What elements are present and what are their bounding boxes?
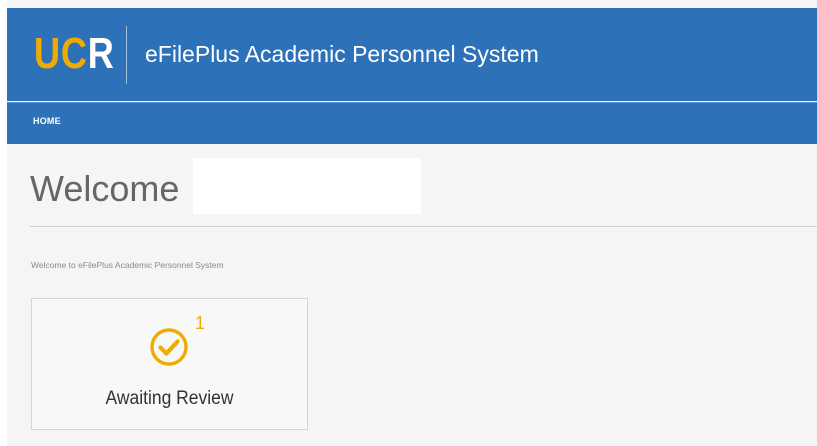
app-header: UCR eFilePlus Academic Personnel System <box>7 8 817 101</box>
title-divider <box>30 226 817 227</box>
check-circle-icon <box>150 328 188 366</box>
logo-text-accent: R <box>87 29 115 78</box>
page-title: Welcome <box>30 168 180 209</box>
redacted-name-block <box>193 158 421 214</box>
intro-text: Welcome to eFilePlus Academic Personnel … <box>31 260 224 270</box>
awaiting-review-label: Awaiting Review <box>105 388 234 409</box>
nav-home-link[interactable]: HOME <box>33 116 61 126</box>
header-divider <box>126 26 127 84</box>
logo-wordmark: UCR <box>34 30 115 78</box>
awaiting-review-count-badge: 1 <box>195 313 206 333</box>
nav-bar: HOME <box>7 102 817 144</box>
ucr-logo[interactable]: UCR <box>34 30 132 78</box>
page: UCR eFilePlus Academic Personnel System … <box>0 0 817 446</box>
page-edge <box>0 0 7 446</box>
app-title: eFilePlus Academic Personnel System <box>145 41 539 67</box>
awaiting-review-tile[interactable]: 1 Awaiting Review <box>31 298 308 430</box>
logo-text-primary: UC <box>34 29 88 78</box>
